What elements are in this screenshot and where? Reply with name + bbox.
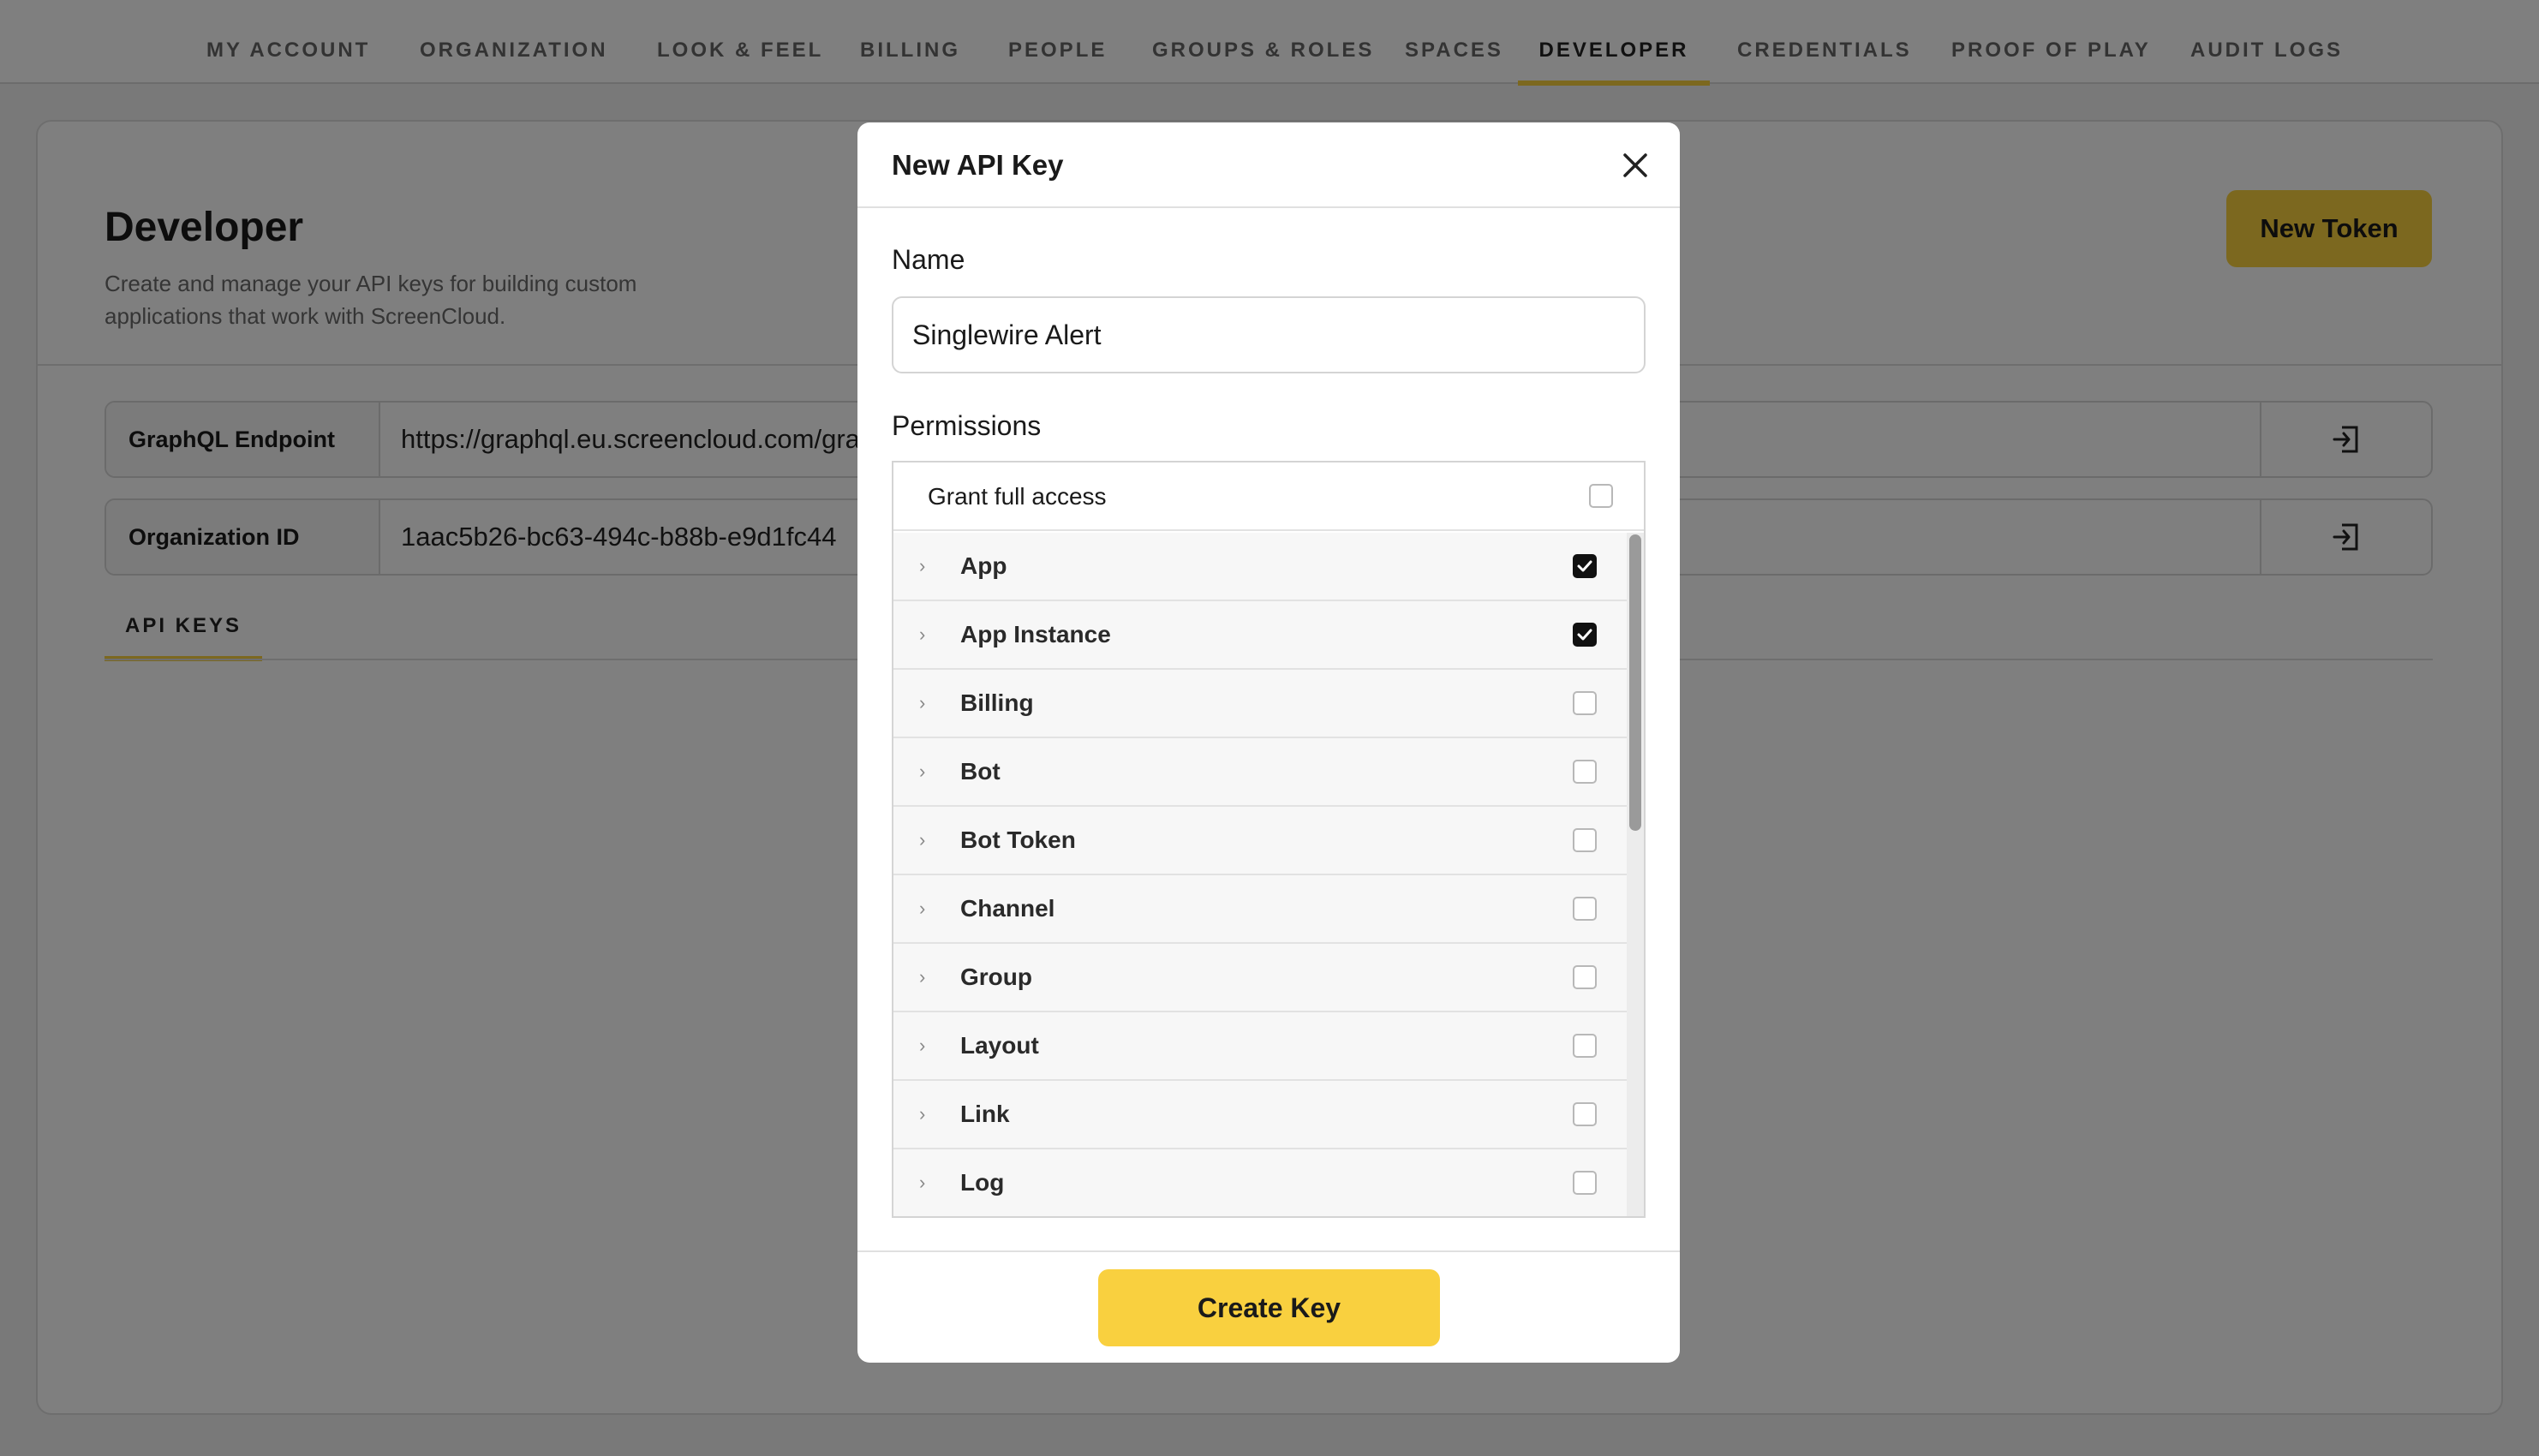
chevron-right-icon[interactable]: › [919, 807, 925, 874]
permission-checkbox-channel[interactable] [1573, 897, 1597, 921]
permission-label: Bot [960, 758, 1001, 785]
permission-label: App Instance [960, 621, 1111, 647]
permission-checkbox-group[interactable] [1573, 965, 1597, 989]
permission-label: Link [960, 1101, 1010, 1127]
permission-checkbox-layout[interactable] [1573, 1034, 1597, 1058]
chevron-right-icon[interactable]: › [919, 875, 925, 942]
permissions-scrollbar[interactable] [1627, 533, 1644, 1216]
permissions-label: Permissions [892, 410, 1042, 441]
chevron-right-icon[interactable]: › [919, 1012, 925, 1079]
grant-full-access-checkbox[interactable] [1589, 484, 1613, 508]
permission-label: Layout [960, 1032, 1039, 1059]
scrollbar-thumb[interactable] [1629, 534, 1641, 831]
permission-row-billing[interactable]: › Billing [893, 670, 1627, 738]
modal-header: New API Key [857, 122, 1680, 208]
permission-row-group[interactable]: › Group [893, 944, 1627, 1012]
permission-checkbox-link[interactable] [1573, 1102, 1597, 1126]
close-button[interactable] [1616, 146, 1654, 184]
permission-row-bot-token[interactable]: › Bot Token [893, 807, 1627, 875]
footer-divider [857, 1250, 1680, 1252]
permission-row-log[interactable]: › Log [893, 1149, 1627, 1216]
chevron-right-icon[interactable]: › [919, 670, 925, 737]
permission-label: Bot Token [960, 826, 1076, 853]
create-key-button[interactable]: Create Key [1098, 1269, 1440, 1346]
grant-full-access-label: Grant full access [928, 483, 1107, 510]
chevron-right-icon[interactable]: › [919, 1081, 925, 1148]
permission-checkbox-app-instance[interactable] [1573, 623, 1597, 647]
chevron-right-icon[interactable]: › [919, 1149, 925, 1216]
name-label: Name [892, 244, 965, 275]
modal-title: New API Key [892, 149, 1064, 181]
permission-rows: › App › App Instance › Billing › Bot › Bot Token ›… [893, 533, 1627, 1216]
grant-full-access-row[interactable]: Grant full access [893, 462, 1644, 531]
permission-label: Billing [960, 689, 1034, 716]
permission-label: Log [960, 1169, 1005, 1196]
permissions-list: Grant full access › App › App Instance › Bill… [892, 461, 1646, 1218]
permission-label: App [960, 552, 1007, 579]
permission-row-link[interactable]: › Link [893, 1081, 1627, 1149]
permission-row-layout[interactable]: › Layout [893, 1012, 1627, 1081]
permission-label: Channel [960, 895, 1055, 922]
checkmark-icon [1577, 560, 1592, 572]
permission-row-channel[interactable]: › Channel [893, 875, 1627, 944]
permission-row-app-instance[interactable]: › App Instance [893, 601, 1627, 670]
chevron-right-icon[interactable]: › [919, 738, 925, 805]
permission-checkbox-bot[interactable] [1573, 760, 1597, 784]
permission-checkbox-billing[interactable] [1573, 691, 1597, 715]
chevron-right-icon[interactable]: › [919, 533, 925, 600]
permission-checkbox-bot-token[interactable] [1573, 828, 1597, 852]
new-api-key-modal: New API Key Name Permissions Grant full … [857, 122, 1680, 1363]
chevron-right-icon[interactable]: › [919, 944, 925, 1011]
permission-checkbox-app[interactable] [1573, 554, 1597, 578]
permission-label: Group [960, 964, 1032, 990]
name-input[interactable] [892, 296, 1646, 373]
permission-row-app[interactable]: › App [893, 533, 1627, 601]
close-icon [1623, 153, 1647, 177]
checkmark-icon [1577, 629, 1592, 641]
permission-row-bot[interactable]: › Bot [893, 738, 1627, 807]
permission-checkbox-log[interactable] [1573, 1171, 1597, 1195]
chevron-right-icon[interactable]: › [919, 601, 925, 668]
